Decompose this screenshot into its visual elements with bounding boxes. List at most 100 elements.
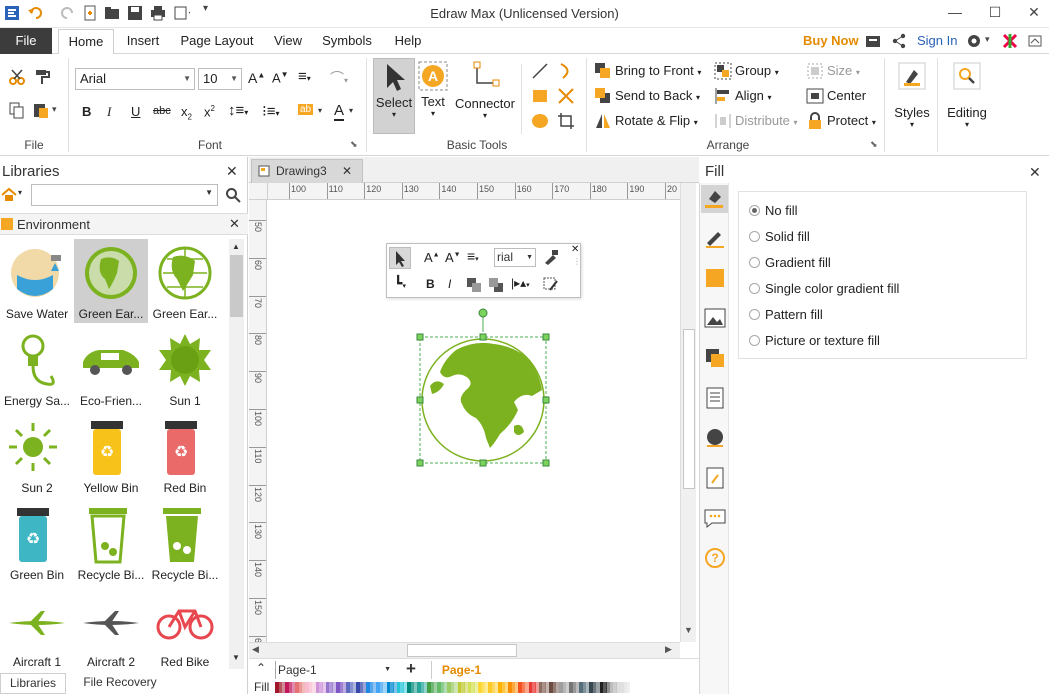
shadow-icon[interactable]: [704, 267, 726, 289]
arrange-dialog-launcher-icon[interactable]: ⬊: [870, 139, 878, 150]
superscript-icon[interactable]: x2: [204, 104, 215, 119]
library-item-green-earth-2[interactable]: Green Ear...: [148, 239, 222, 323]
font-size-combo[interactable]: 10 ▼: [198, 68, 242, 90]
scrollbar-thumb[interactable]: [407, 644, 517, 657]
selected-earth-shape[interactable]: [414, 306, 554, 468]
radio-button[interactable]: [749, 257, 760, 268]
bring-front-icon[interactable]: [466, 277, 482, 293]
document-tab[interactable]: Drawing3 ✕: [251, 159, 363, 183]
library-item-yellow-bin[interactable]: ♻ Yellow Bin: [74, 413, 148, 497]
radio-button[interactable]: [749, 283, 760, 294]
cart-icon[interactable]: [865, 33, 882, 49]
size-icon[interactable]: [806, 62, 824, 80]
library-item-save-water[interactable]: Save Water: [0, 239, 74, 323]
share-icon[interactable]: [891, 33, 907, 49]
float-font-combo[interactable]: rial ▼: [494, 248, 536, 267]
font-dialog-launcher-icon[interactable]: ⬊: [350, 139, 358, 150]
scrollbar-thumb[interactable]: [683, 329, 695, 489]
close-window-button[interactable]: ✕: [1024, 3, 1044, 21]
bullets-icon[interactable]: ⁝≡▾: [262, 102, 280, 120]
close-float-toolbar-icon[interactable]: ✕: [571, 244, 579, 255]
radio-button[interactable]: [749, 205, 760, 216]
highlight-dropdown-icon[interactable]: ▾: [318, 106, 322, 115]
library-item-sun-2[interactable]: Sun 2: [0, 413, 74, 497]
tab-home[interactable]: Home: [58, 29, 114, 55]
file-recovery-tab[interactable]: File Recovery: [70, 673, 170, 694]
close-fill-panel-icon[interactable]: ✕: [1029, 164, 1041, 181]
color-swatches[interactable]: [275, 682, 631, 693]
library-item-aircraft-2[interactable]: Aircraft 2: [74, 587, 148, 671]
resize-handle[interactable]: [479, 333, 487, 341]
scroll-down-icon[interactable]: ▼: [232, 653, 240, 662]
select-tool-button[interactable]: Select ▾: [373, 58, 415, 134]
text-align-icon[interactable]: ≡▾: [298, 68, 311, 85]
library-category-header[interactable]: Environment ✕: [0, 213, 248, 235]
library-item-green-earth-1[interactable]: Green Ear...: [74, 239, 148, 323]
paste-icon[interactable]: [32, 101, 50, 119]
collapse-ribbon-icon[interactable]: [1027, 33, 1043, 49]
resize-handle[interactable]: [542, 333, 550, 341]
strikethrough-icon[interactable]: abc: [153, 105, 171, 117]
scroll-up-icon[interactable]: ▲: [232, 242, 240, 251]
library-item-red-bin[interactable]: ♻ Red Bin: [148, 413, 222, 497]
crop-tool-icon[interactable]: [557, 112, 575, 130]
scroll-right-icon[interactable]: ▶: [665, 644, 672, 655]
scrollbar-thumb[interactable]: [230, 255, 243, 317]
subscript-icon[interactable]: x2: [181, 104, 192, 122]
tab-insert[interactable]: Insert: [118, 28, 168, 54]
rectangle-tool-icon[interactable]: [531, 87, 549, 105]
tab-symbols[interactable]: Symbols: [316, 28, 378, 54]
fill-option-pattern-fill[interactable]: Pattern fill: [749, 307, 823, 322]
library-item-recycle-bin-2[interactable]: Recycle Bi...: [148, 500, 222, 584]
center-icon[interactable]: [806, 87, 824, 105]
library-search-input[interactable]: ▼: [31, 184, 218, 206]
line-spacing-icon[interactable]: ↕≡▾: [228, 102, 248, 119]
tab-view[interactable]: View: [266, 28, 310, 54]
color-swatch[interactable]: [626, 682, 631, 693]
float-select-button[interactable]: [389, 247, 411, 269]
resize-handle[interactable]: [416, 333, 424, 341]
brand-icon[interactable]: [1002, 33, 1018, 49]
close-category-icon[interactable]: ✕: [229, 216, 240, 232]
file-menu-button[interactable]: File: [0, 28, 52, 54]
library-item-aircraft-1[interactable]: Aircraft 1: [0, 587, 74, 671]
send-to-back-icon[interactable]: [594, 87, 612, 105]
bring-to-front-button[interactable]: Bring to Front ▾: [615, 63, 701, 78]
resize-handle[interactable]: [479, 459, 487, 467]
ellipse-tool-icon[interactable]: [531, 112, 549, 130]
radio-button[interactable]: [749, 231, 760, 242]
font-name-combo[interactable]: Arial ▼: [75, 68, 195, 90]
cut-icon[interactable]: [8, 68, 26, 86]
connector-style-icon[interactable]: ┗▾: [394, 275, 406, 292]
home-dropdown-icon[interactable]: ▾: [18, 188, 22, 197]
library-item-recycle-bin-1[interactable]: Recycle Bi...: [74, 500, 148, 584]
connector-tool-button[interactable]: Connector ▾: [453, 59, 517, 135]
add-page-icon[interactable]: +: [406, 659, 416, 679]
line-tool-icon[interactable]: [531, 62, 549, 80]
page-properties-icon[interactable]: [704, 387, 726, 409]
position-icon[interactable]: |▸▴▾: [511, 276, 530, 290]
scroll-down-icon[interactable]: ▼: [684, 625, 693, 635]
group-button[interactable]: Group ▾: [735, 63, 779, 78]
format-painter-icon[interactable]: [543, 249, 559, 265]
library-item-eco-friendly-car[interactable]: Eco-Frien...: [74, 326, 148, 410]
copy-icon[interactable]: [8, 101, 26, 119]
protect-button[interactable]: Protect ▾: [827, 113, 876, 128]
scroll-left-icon[interactable]: ◀: [252, 644, 259, 655]
shrink-font-icon[interactable]: A▼: [445, 250, 461, 265]
align-button[interactable]: Align ▾: [735, 88, 772, 103]
align-icon[interactable]: [714, 87, 732, 105]
drag-handle-icon[interactable]: ⋮: [573, 258, 581, 266]
tab-page-layout[interactable]: Page Layout: [176, 28, 258, 54]
distribute-button[interactable]: Distribute ▾: [735, 113, 798, 128]
library-item-green-bin[interactable]: ♻ Green Bin: [0, 500, 74, 584]
rotate-flip-button[interactable]: Rotate & Flip ▾: [615, 113, 698, 128]
settings-dropdown-icon[interactable]: ▾: [985, 34, 990, 45]
cross-tool-icon[interactable]: [557, 87, 575, 105]
settings-gear-icon[interactable]: [966, 33, 982, 49]
editing-button[interactable]: Editing ▾: [944, 62, 990, 142]
distribute-icon[interactable]: [714, 112, 732, 130]
underline-icon[interactable]: U: [131, 104, 140, 119]
italic-icon[interactable]: I: [107, 104, 111, 120]
resize-handle[interactable]: [542, 459, 550, 467]
